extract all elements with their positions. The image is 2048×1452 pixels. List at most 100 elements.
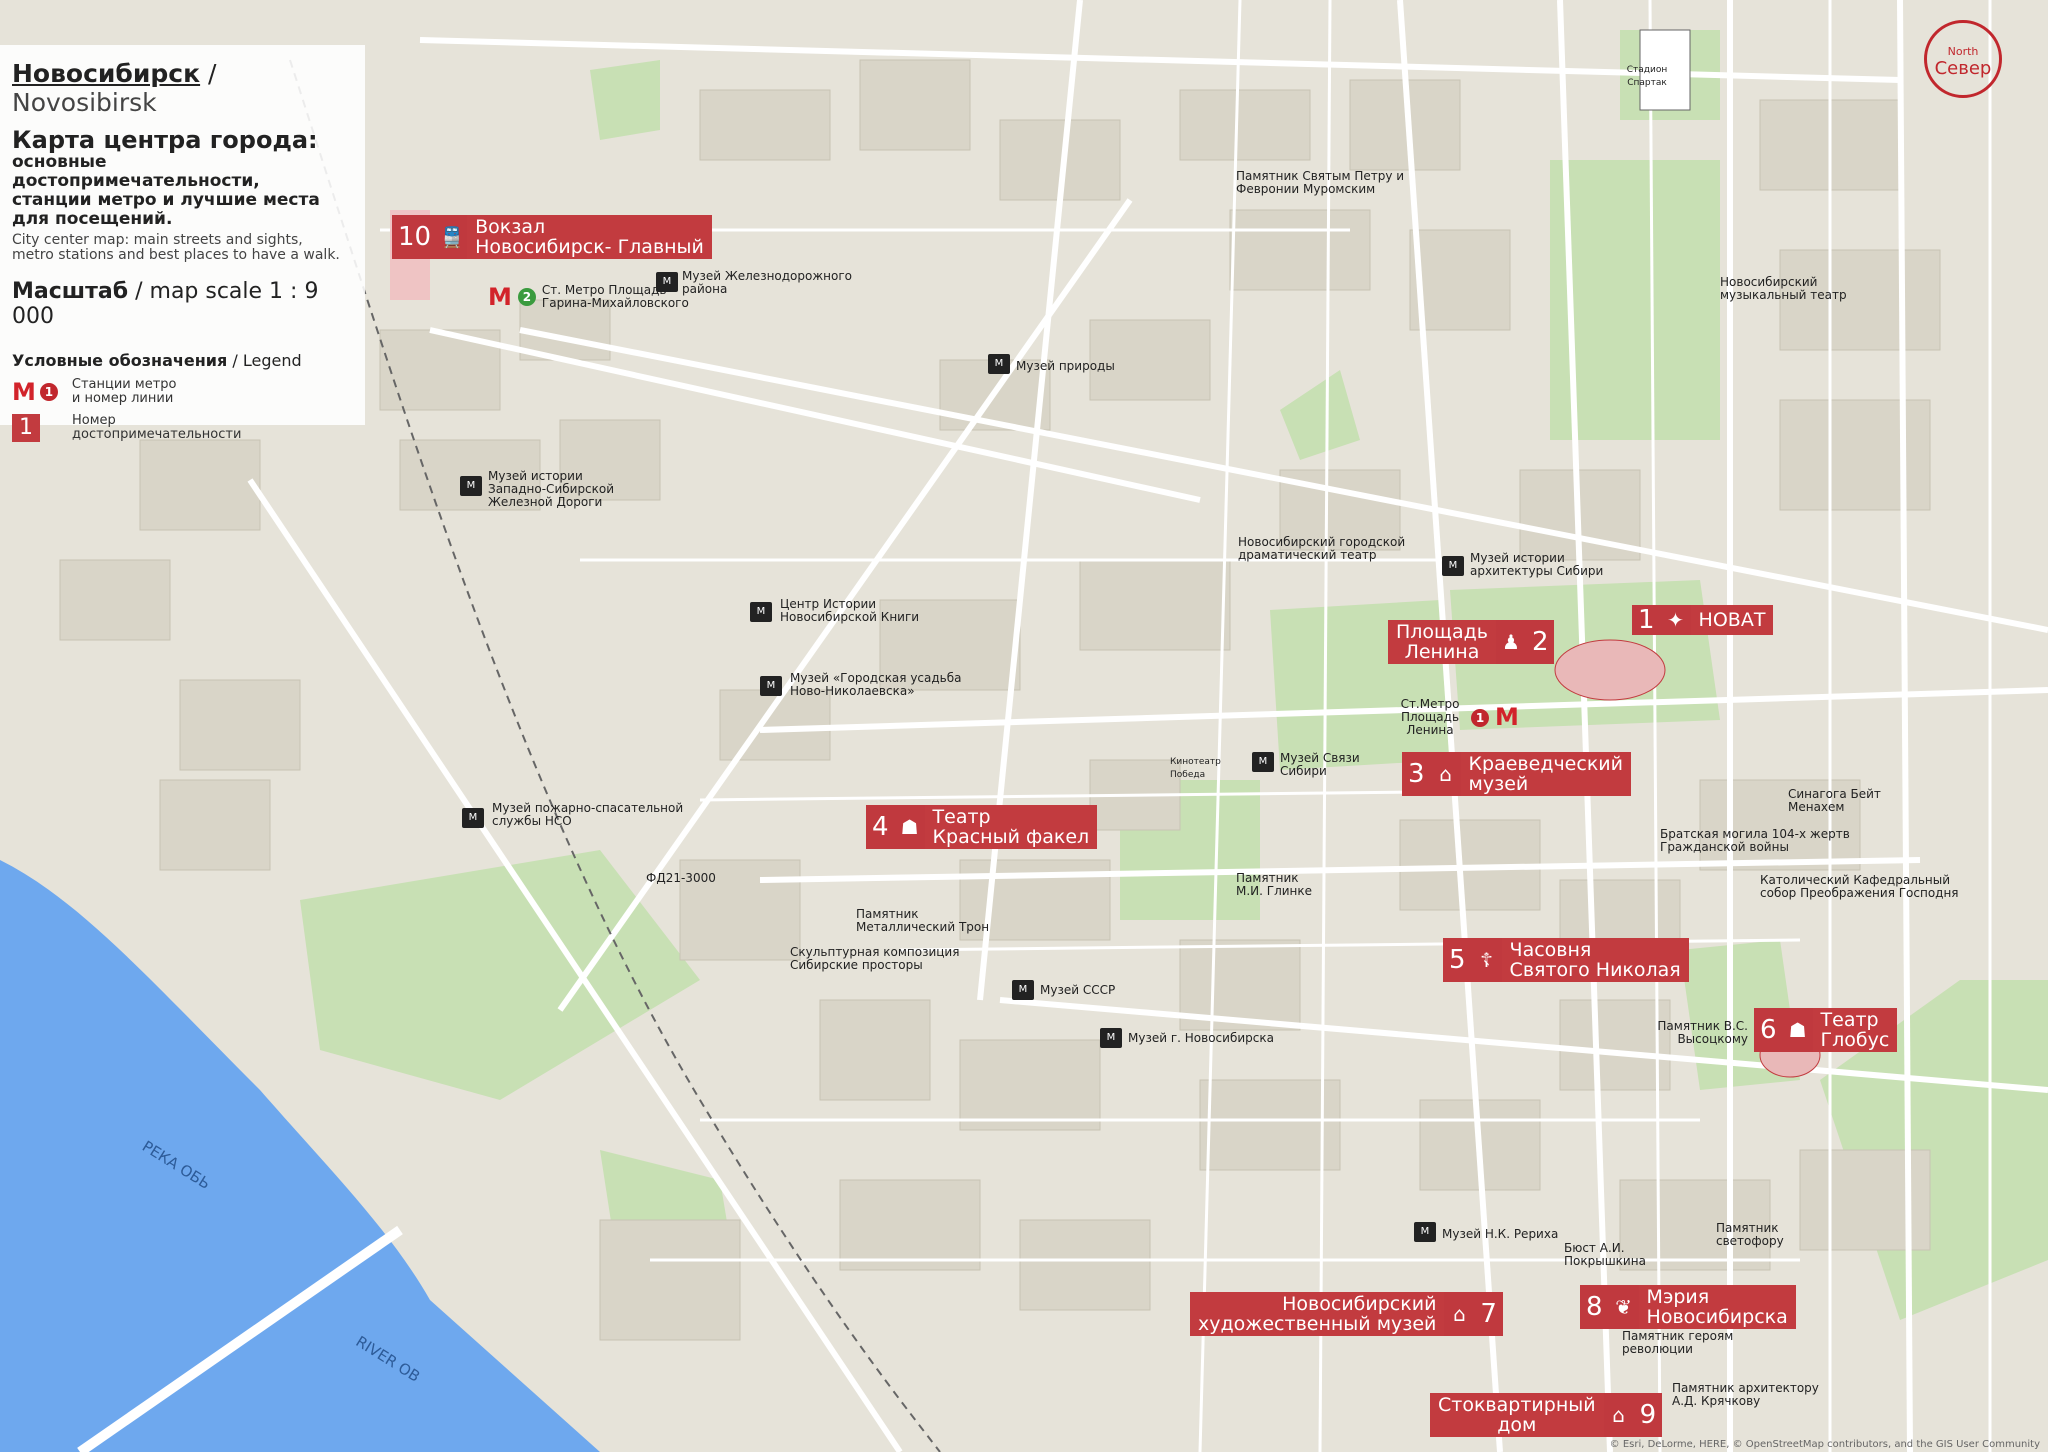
north-ru: Север bbox=[1934, 58, 1992, 79]
poi-name-line-2: музей bbox=[1468, 773, 1529, 795]
label-drama-theater[interactable]: Новосибирский городской драматический те… bbox=[1238, 536, 1418, 562]
poi-name-line-2: Новосибирска bbox=[1646, 1306, 1788, 1328]
coat-of-arms-icon: ❦ bbox=[1608, 1285, 1639, 1329]
poi-9-hundred-apartment-house[interactable]: Стоквартирный дом ⌂ 9 bbox=[1430, 1393, 1663, 1437]
label-museum-nature[interactable]: Музей природы bbox=[1016, 360, 1115, 373]
legend-metro-text: Станции метро и номер линии bbox=[72, 378, 177, 406]
legend-metro-text-1: Станции метро bbox=[71, 377, 177, 392]
poi-number: 1 bbox=[1632, 605, 1661, 635]
poi-name: Краеведческий музей bbox=[1460, 752, 1631, 796]
poi-name-line-2: Ленина bbox=[1404, 641, 1480, 663]
poi-name-line-2: Святого Николая bbox=[1509, 959, 1681, 981]
poi-4-red-torch-theater[interactable]: 4 ☗ Театр Красный факел bbox=[866, 805, 1098, 849]
label-museum-estate[interactable]: Музей «Городская усадьба Ново-Николаевск… bbox=[790, 672, 980, 698]
map-subtitle-2: станции метро и лучшие места bbox=[12, 190, 320, 210]
poi-name-line-1: Вокзал bbox=[475, 216, 546, 238]
label-museum-architecture[interactable]: Музей истории архитектуры Сибири bbox=[1470, 552, 1630, 578]
chapel-icon: ☦ bbox=[1471, 938, 1502, 982]
label-monument-glinka[interactable]: Памятник М.И. Глинке bbox=[1236, 872, 1326, 898]
north-en: North bbox=[1947, 45, 1979, 58]
poi-name-line-1: Театр bbox=[1820, 1009, 1879, 1031]
legend-title-en: / Legend bbox=[227, 351, 302, 370]
city-name: Новосибирск / Novosibirsk bbox=[12, 59, 353, 117]
label-mass-grave[interactable]: Братская могила 104-х жертв Гражданской … bbox=[1660, 828, 1860, 854]
poi-7-art-museum[interactable]: Новосибирский художественный музей ⌂ 7 bbox=[1190, 1292, 1503, 1336]
label-fd21[interactable]: ФД21-3000 bbox=[646, 872, 716, 885]
poi-name: Театр Глобус bbox=[1812, 1008, 1898, 1052]
label-museum-communications[interactable]: Музей Связи Сибири bbox=[1280, 752, 1360, 778]
monument-icon: ♟ bbox=[1495, 620, 1526, 664]
legend-title: Условные обозначения / Legend bbox=[12, 351, 353, 370]
label-monument-peter-fevronia[interactable]: Памятник Святым Петру и Февронии Муромск… bbox=[1236, 170, 1416, 196]
label-sculpture[interactable]: Скульптурная композиция Сибирские просто… bbox=[790, 946, 970, 972]
label-museum-fire[interactable]: Музей пожарно-спасательной службы НСО bbox=[492, 802, 692, 828]
theater-icon: ☗ bbox=[1782, 1008, 1813, 1052]
museum-icon: ⌂ bbox=[1430, 752, 1461, 796]
metro-line-badge: 2 bbox=[517, 288, 536, 306]
map-subtitle-en-2: metro stations and best places to have a… bbox=[12, 247, 340, 263]
label-monument-vysotsky[interactable]: Памятник В.С. Высоцкому bbox=[1628, 1020, 1748, 1046]
poi-name-line-1: Новосибирский bbox=[1282, 1293, 1437, 1315]
museum-icon: M bbox=[988, 354, 1010, 374]
theater-icon: ☗ bbox=[894, 805, 925, 849]
poi-number: 2 bbox=[1525, 620, 1555, 664]
poi-number: 8 bbox=[1580, 1285, 1609, 1329]
poi-name-line-2: художественный музей bbox=[1198, 1313, 1437, 1335]
poi-1-novat[interactable]: 1 ✦ НОВАТ bbox=[1632, 605, 1774, 635]
poi-name-line-1: Театр bbox=[932, 806, 991, 828]
legend-panel: Новосибирск / Novosibirsk Карта центра г… bbox=[0, 45, 365, 442]
poi-name-line-1: Краеведческий bbox=[1468, 753, 1623, 775]
poi-number: 4 bbox=[866, 805, 895, 849]
label-synagogue[interactable]: Синагога Бейт Менахем bbox=[1788, 788, 1898, 814]
poi-number: 5 bbox=[1443, 938, 1472, 982]
label-museum-roerich[interactable]: Музей Н.К. Рериха bbox=[1442, 1228, 1558, 1241]
metro-icon: М bbox=[488, 282, 512, 311]
poi-name-line-2: Глобус bbox=[1820, 1029, 1890, 1051]
poi-number-icon: 1 bbox=[12, 414, 40, 442]
poi-10-railway-station[interactable]: 10 🚆 Вокзал Новосибирск- Главный bbox=[392, 215, 712, 259]
label-monument-metal-throne[interactable]: Памятник Металлический Трон bbox=[856, 908, 1006, 934]
label-museum-railway-district[interactable]: Музей Железнодорожного района bbox=[682, 270, 852, 296]
legend-poi-text-1: Номер bbox=[72, 413, 116, 428]
poi-name: НОВАТ bbox=[1690, 605, 1774, 635]
poi-number: 9 bbox=[1633, 1393, 1663, 1437]
label-catholic-cathedral[interactable]: Католический Кафедральный собор Преображ… bbox=[1760, 874, 1970, 900]
museum-icon: M bbox=[1252, 752, 1274, 772]
label-museum-ussr[interactable]: Музей СССР bbox=[1040, 984, 1115, 997]
label-museum-railway[interactable]: Музей истории Западно-Сибирской Железной… bbox=[488, 470, 628, 509]
map-scale: Масштаб / map scale 1 : 9 000 bbox=[12, 279, 353, 329]
museum-icon: M bbox=[760, 676, 782, 696]
city-name-ru: Новосибирск bbox=[12, 59, 201, 88]
map-attribution: © Esri, DeLorme, HERE, © OpenStreetMap c… bbox=[1609, 1439, 2040, 1450]
metro-icon: М bbox=[12, 378, 36, 406]
map-subtitle-3: для посещений. bbox=[12, 209, 173, 229]
label-music-theater[interactable]: Новосибирский музыкальный театр bbox=[1720, 276, 1900, 302]
poi-name-line-2: дом bbox=[1497, 1414, 1537, 1436]
label-cinema[interactable]: Кинотеатр Победа bbox=[1170, 756, 1230, 782]
label-monument-traffic-light[interactable]: Памятник светофору bbox=[1716, 1222, 1826, 1248]
poi-2-lenin-square[interactable]: Площадь Ленина ♟ 2 bbox=[1388, 620, 1555, 664]
legend-poi-text: Номер достопримечательности bbox=[72, 414, 241, 442]
poi-name: Вокзал Новосибирск- Главный bbox=[467, 215, 712, 259]
poi-8-city-hall[interactable]: 8 ❦ Мэрия Новосибирска bbox=[1580, 1285, 1796, 1329]
poi-5-chapel[interactable]: 5 ☦ Часовня Святого Николая bbox=[1443, 938, 1689, 982]
poi-name-line-1: Площадь bbox=[1396, 621, 1488, 643]
label-museum-city[interactable]: Музей г. Новосибирска bbox=[1128, 1032, 1274, 1045]
museum-icon: ⌂ bbox=[1603, 1393, 1634, 1437]
poi-number: 10 bbox=[392, 215, 438, 259]
metro-line-badge: 1 bbox=[39, 383, 58, 401]
label-book-history-center[interactable]: Центр Истории Новосибирской Книги bbox=[780, 598, 930, 624]
label-monument-revolution[interactable]: Памятник героям революции bbox=[1622, 1330, 1762, 1356]
legend-poi-row: 1 Номер достопримечательности bbox=[12, 414, 353, 442]
label-stadium[interactable]: Стадион Спартак bbox=[1622, 64, 1672, 90]
label-monument-kryachkov[interactable]: Памятник архитектору А.Д. Крячкову bbox=[1672, 1382, 1822, 1408]
poi-name: Мэрия Новосибирска bbox=[1638, 1285, 1796, 1329]
poi-6-globus-theater[interactable]: 6 ☗ Театр Глобус bbox=[1754, 1008, 1898, 1052]
metro-station-lenin-square[interactable]: Ст.Метро Площадь Ленина 1 М bbox=[1395, 698, 1519, 737]
poi-name: Новосибирский художественный музей bbox=[1190, 1292, 1445, 1336]
museum-icon: M bbox=[1414, 1222, 1436, 1242]
label-monument-pokryshkin[interactable]: Бюст А.И. Покрышкина bbox=[1564, 1242, 1674, 1268]
north-arrow-icon: North Север bbox=[1924, 20, 2002, 98]
poi-name: Часовня Святого Николая bbox=[1501, 938, 1689, 982]
poi-3-local-history-museum[interactable]: 3 ⌂ Краеведческий музей bbox=[1402, 752, 1631, 796]
